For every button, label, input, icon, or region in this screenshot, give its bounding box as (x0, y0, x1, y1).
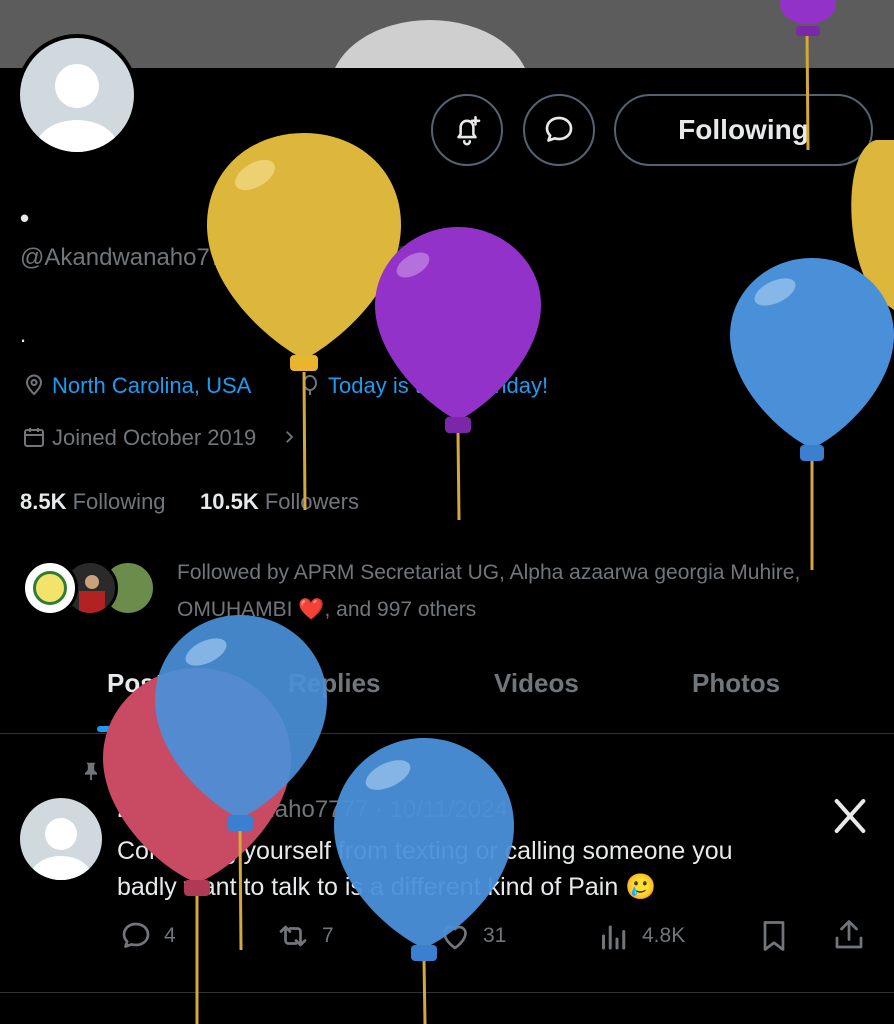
profile-avatar[interactable] (16, 34, 138, 156)
post-author-name[interactable]: . (117, 796, 124, 823)
following-button[interactable]: Following (614, 94, 873, 166)
birthday-icon (303, 375, 317, 395)
profile-screen: Following • @Akandwanaho7777 Follows you… (0, 0, 894, 1024)
tab-posts[interactable]: Posts (107, 668, 178, 699)
birthday-text[interactable]: Today is their birthday! (328, 373, 548, 399)
balloon-icon (207, 133, 401, 511)
followed-by-text[interactable]: Followed by APRM Secretariat UG, Alpha a… (177, 554, 800, 628)
followed-by-line-1: Followed by APRM Secretariat UG, Alpha a… (177, 561, 801, 584)
message-button[interactable] (523, 94, 595, 166)
view-count: 4.8K (642, 924, 686, 947)
balloon-icon (730, 258, 894, 570)
following-stat[interactable]: 8.5K Following (20, 489, 166, 515)
like-action[interactable]: 31 (437, 918, 506, 954)
views-action[interactable]: 4.8K (596, 918, 685, 954)
views-icon (602, 925, 626, 950)
chevron-right-icon[interactable] (280, 428, 298, 446)
joined-date: Joined October 2019 (52, 425, 257, 450)
calendar-icon (24, 428, 44, 447)
bookmark-icon[interactable] (756, 918, 792, 954)
post-header: . @Akandwanaho7777 · 10/11/2024 (117, 796, 508, 824)
share-icon[interactable] (831, 916, 867, 954)
profile-banner[interactable] (0, 0, 894, 68)
follower-avatar-1[interactable] (22, 560, 78, 616)
tab-replies[interactable]: Replies (288, 668, 381, 699)
notification-add-button[interactable] (431, 94, 503, 166)
followed-by-line-2: OMUHAMBI ❤️, and 997 others (177, 598, 477, 621)
followers-label: Followers (264, 489, 359, 514)
repost-icon (279, 925, 307, 947)
following-label: Following (72, 489, 166, 514)
active-tab-indicator (97, 726, 193, 732)
balloon-icon (851, 140, 894, 310)
post-author-avatar[interactable] (20, 798, 102, 880)
reply-count: 4 (164, 924, 176, 947)
x-logo-icon (834, 799, 866, 833)
reply-action[interactable]: 4 (118, 918, 176, 954)
following-count: 8.5K (20, 489, 67, 514)
tab-videos[interactable]: Videos (494, 668, 579, 699)
followers-count: 10.5K (200, 489, 259, 514)
profile-location: North Carolina, USA (52, 373, 252, 398)
pin-icon (85, 762, 97, 781)
post-text-line-1: Controlling yourself from texting or cal… (117, 837, 733, 865)
message-icon (545, 116, 573, 142)
display-name: • (20, 203, 30, 233)
tabs-divider (0, 733, 894, 734)
post-text[interactable]: Controlling yourself from texting or cal… (117, 833, 733, 905)
repost-action[interactable]: 7 (274, 918, 334, 954)
tab-photos[interactable]: Photos (692, 668, 780, 699)
like-count: 31 (483, 924, 507, 947)
followers-stat[interactable]: 10.5K Followers (200, 489, 359, 515)
profile-bio: . (20, 322, 27, 347)
like-icon (443, 925, 467, 950)
repost-count: 7 (322, 924, 334, 947)
post-date[interactable]: · 10/11/2024 (375, 796, 508, 823)
follows-you-badge: Follows you (305, 246, 431, 276)
location-icon (25, 374, 43, 396)
reply-icon (122, 922, 150, 948)
post-text-line-2: badly want to talk to is a different kin… (117, 873, 657, 901)
post-author-handle[interactable]: @Akandwanaho7777 (138, 796, 368, 823)
notification-add-icon (457, 115, 481, 146)
profile-handle: @Akandwanaho7777 (20, 244, 250, 271)
pinned-label: Pinned (117, 760, 184, 782)
post-divider (0, 992, 894, 993)
